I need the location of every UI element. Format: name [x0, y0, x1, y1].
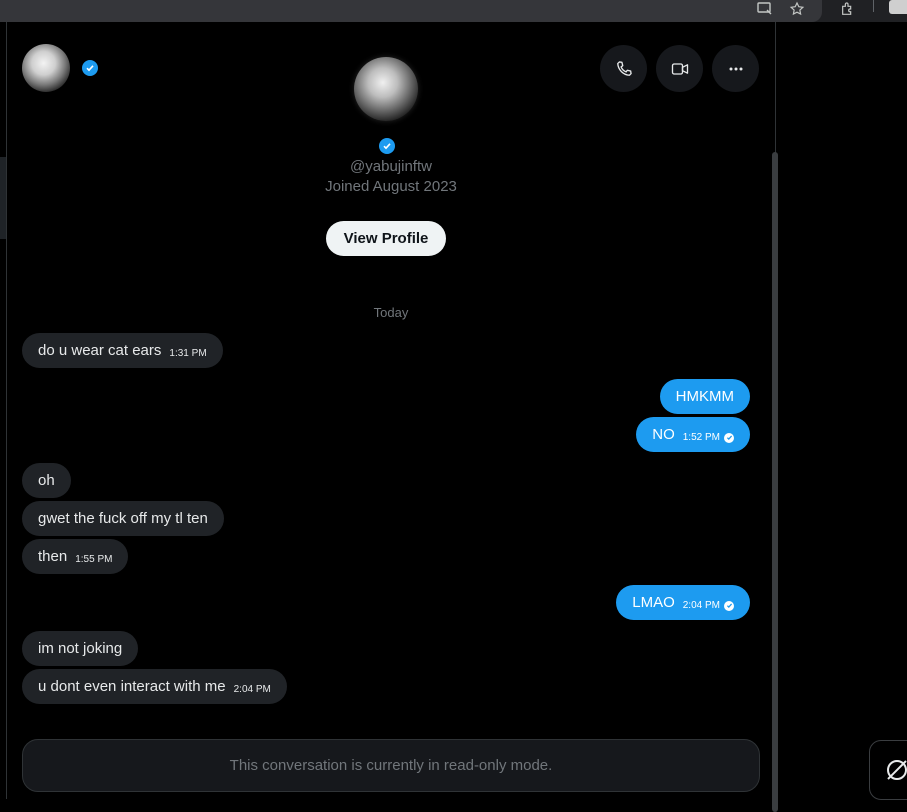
video-call-button[interactable]: [656, 45, 703, 92]
left-pane-edge: [0, 22, 7, 799]
message-outgoing[interactable]: NO 1:52 PM: [636, 417, 750, 452]
message-time: 2:04 PM: [233, 684, 271, 695]
more-options-button[interactable]: [712, 45, 759, 92]
address-bar-area: [0, 0, 822, 22]
message-text: HMKMM: [675, 388, 734, 405]
day-separator: Today: [373, 305, 409, 320]
message-incoming[interactable]: im not joking: [22, 631, 139, 666]
message-incoming[interactable]: u dont even interact with me 2:04 PM: [22, 669, 287, 704]
message-text: gwet the fuck off my tl ten: [38, 510, 208, 527]
floating-grok-button[interactable]: [869, 740, 907, 800]
profile-joined-date: Joined August 2023: [325, 178, 457, 195]
seen-check-icon: [724, 432, 734, 443]
profile-handle: @yabujinftw: [350, 158, 432, 175]
message-time: 1:52 PM: [682, 432, 720, 443]
video-icon: [671, 62, 688, 75]
view-profile-button[interactable]: View Profile: [326, 221, 446, 256]
call-button[interactable]: [600, 45, 647, 92]
message-incoming[interactable]: gwet the fuck off my tl ten: [22, 501, 224, 536]
phone-icon: [616, 60, 632, 76]
message-text: LMAO: [632, 594, 675, 611]
browser-toolbar: [0, 0, 907, 22]
seen-check-icon: [724, 600, 734, 611]
toolbar-separator: [873, 0, 874, 12]
message-time: 1:31 PM: [169, 348, 207, 359]
message-text: do u wear cat ears: [38, 342, 162, 359]
bookmark-star-icon[interactable]: [787, 0, 807, 18]
extensions-icon[interactable]: [838, 0, 858, 18]
message-text: then: [38, 548, 68, 565]
message-text: im not joking: [38, 640, 123, 657]
verified-badge-icon: [379, 138, 395, 154]
message-outgoing[interactable]: LMAO 2:04 PM: [616, 585, 750, 620]
message-incoming[interactable]: then 1:55 PM: [22, 539, 129, 574]
message-incoming[interactable]: oh: [22, 463, 71, 498]
profile-avatar[interactable]: [354, 57, 418, 121]
message-incoming[interactable]: do u wear cat ears 1:31 PM: [22, 333, 223, 368]
readonly-notice: This conversation is currently in read-o…: [22, 739, 760, 792]
install-app-icon[interactable]: [755, 0, 775, 18]
verified-badge-icon: [82, 60, 98, 76]
more-icon: [729, 67, 742, 70]
message-text: oh: [38, 472, 55, 489]
message-text: NO: [652, 426, 675, 443]
message-time: 1:55 PM: [75, 554, 113, 565]
message-text: u dont even interact with me: [38, 678, 226, 695]
message-outgoing[interactable]: HMKMM: [659, 379, 750, 414]
scrollbar[interactable]: [772, 152, 778, 812]
grok-icon: [887, 760, 907, 780]
header-avatar[interactable]: [22, 44, 70, 92]
browser-profile-avatar[interactable]: [889, 0, 907, 14]
left-pane-highlight: [0, 157, 6, 239]
message-time: 2:04 PM: [682, 600, 720, 611]
